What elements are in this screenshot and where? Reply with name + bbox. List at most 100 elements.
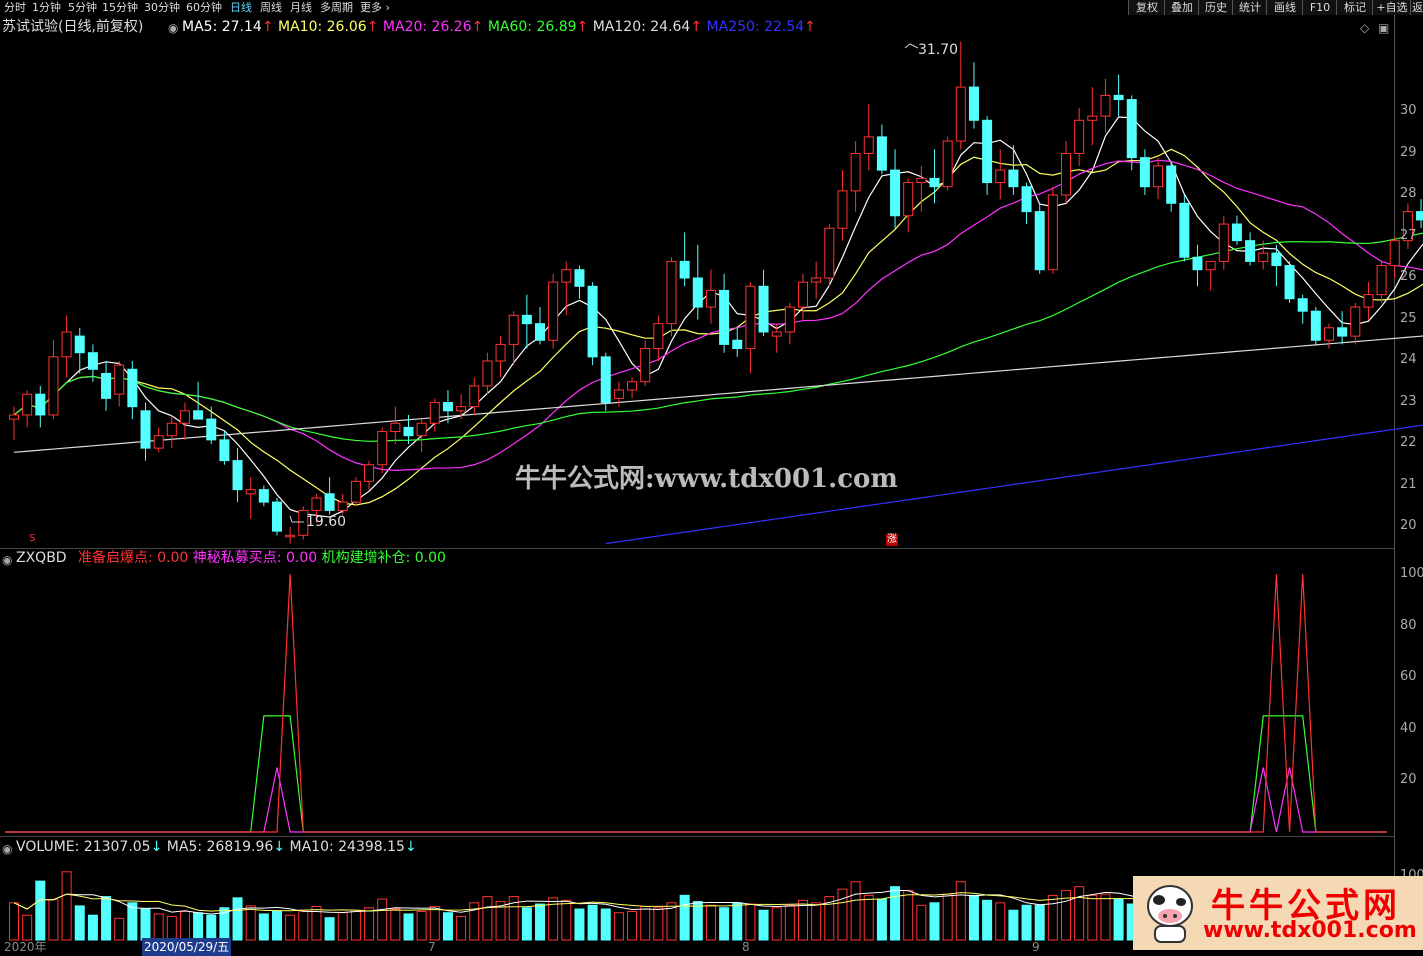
candle-body [771, 331, 782, 337]
volume-ma5-value: MA5: 26819.96↓ [166, 839, 286, 855]
candle-body [535, 323, 545, 341]
volume-bar [1034, 904, 1045, 941]
sell-marker: S [29, 533, 36, 544]
candle-body [613, 389, 624, 399]
volume-bar [916, 904, 927, 941]
logo-url: www.tdx001.com [1203, 918, 1417, 943]
candle-body [1324, 327, 1334, 341]
candle-body [640, 348, 651, 383]
candle-body [863, 136, 874, 154]
selected-date-label: 2020/05/29/五 [142, 938, 232, 956]
candle-body [1153, 165, 1164, 188]
indicator-tick: 80 [1400, 617, 1417, 633]
candle-body [219, 439, 230, 462]
candle-body [916, 177, 927, 184]
candle-body [1337, 327, 1348, 337]
indicator-tick: 20 [1400, 772, 1417, 787]
cow-mascot-icon [1147, 885, 1193, 943]
candle-body [1376, 265, 1387, 296]
indicator-tick: 100 [1400, 566, 1423, 581]
volume-bar [48, 899, 59, 941]
candle-body [482, 360, 493, 387]
candle-body [1074, 119, 1085, 155]
candle-body [179, 410, 190, 424]
price-tick: 28 [1400, 186, 1417, 201]
price-tick: 25 [1400, 310, 1417, 326]
volume-bar [22, 914, 33, 941]
limit-up-marker: 涨 [886, 534, 898, 546]
indicator-line-institution: 机构建增补仓: 0.00 [321, 550, 446, 566]
up-arrow-icon: ↑ [261, 19, 274, 35]
volume-bar [324, 917, 335, 941]
volume-settings-icon[interactable]: ◉ [2, 840, 12, 858]
candle-body [1113, 94, 1124, 101]
candle-body [692, 277, 703, 308]
candle-body [758, 285, 769, 333]
high-price-label: 31.70 [918, 42, 959, 58]
candle-body [850, 153, 861, 192]
volume-bar [982, 899, 993, 941]
volume-bar [521, 907, 532, 941]
volume-bar [179, 910, 190, 941]
volume-bar [640, 906, 651, 941]
window-icon[interactable]: ▣ [1378, 19, 1389, 37]
ma10-value: MA10: 26.06↑ [278, 19, 379, 35]
candle-body [456, 406, 467, 412]
diamond-icon[interactable]: ◇ [1360, 19, 1369, 37]
volume-bar [61, 871, 72, 941]
indicator-line-private: 神秘私募买点: 0.00 [192, 550, 318, 566]
volume-bar [535, 903, 545, 941]
volume-bar [968, 894, 979, 941]
candle-body [1310, 310, 1321, 341]
date-month-8: 8 [742, 940, 750, 954]
volume-bar [1008, 909, 1019, 941]
price-tick: 22 [1400, 435, 1417, 450]
volume-bar [876, 898, 887, 941]
candle-body [587, 285, 598, 358]
candle-body [48, 356, 59, 416]
volume-bar [258, 913, 269, 941]
candle-body [337, 501, 348, 511]
volume-bar [613, 912, 624, 941]
volume-bar [114, 917, 125, 941]
candle-body [390, 422, 401, 433]
indicator-tick: 40 [1400, 720, 1417, 736]
candle-body [364, 464, 375, 482]
candle-body [1231, 223, 1242, 242]
volume-bar [679, 894, 690, 941]
indicator-name: ZXQBD [16, 550, 67, 566]
volume-bar [837, 888, 848, 941]
volume-bar [1100, 893, 1111, 941]
ma20-value: MA20: 26.26↑ [382, 19, 484, 35]
volume-bar [101, 896, 112, 941]
ma20-line [13, 159, 1423, 471]
volume-bar [140, 908, 151, 941]
candle-body [1166, 165, 1177, 204]
date-month-7: 7 [428, 940, 436, 954]
candle-body [627, 381, 638, 391]
volume-bar [416, 910, 427, 941]
volume-bar [272, 910, 282, 941]
ma-settings-icon[interactable]: ◉ [168, 19, 178, 37]
down-arrow-icon: ↓ [404, 839, 417, 855]
volume-bar [298, 909, 309, 941]
price-tick: 23 [1400, 393, 1417, 409]
candle-body [600, 356, 611, 404]
candle-body [74, 335, 85, 354]
candle-body [666, 260, 677, 325]
volume-bar [903, 889, 914, 941]
volume-bar [692, 901, 703, 941]
date-year-label: 2020年 [4, 940, 47, 954]
candle-body [903, 182, 914, 217]
indicator-legend: 准备启爆点: 0.00 神秘私募买点: 0.00 机构建增补仓: 0.00 [78, 549, 446, 567]
volume-bar [337, 912, 348, 941]
volume-bar [377, 898, 388, 941]
price-tick: 29 [1400, 144, 1417, 160]
volume-bar [850, 881, 861, 941]
candle-body [127, 368, 138, 408]
volume-bar [758, 909, 769, 941]
price-tick: 30 [1400, 103, 1417, 118]
indicator-settings-icon[interactable]: ◉ [2, 551, 12, 569]
volume-bar [653, 907, 664, 941]
volume-bar [811, 902, 822, 941]
